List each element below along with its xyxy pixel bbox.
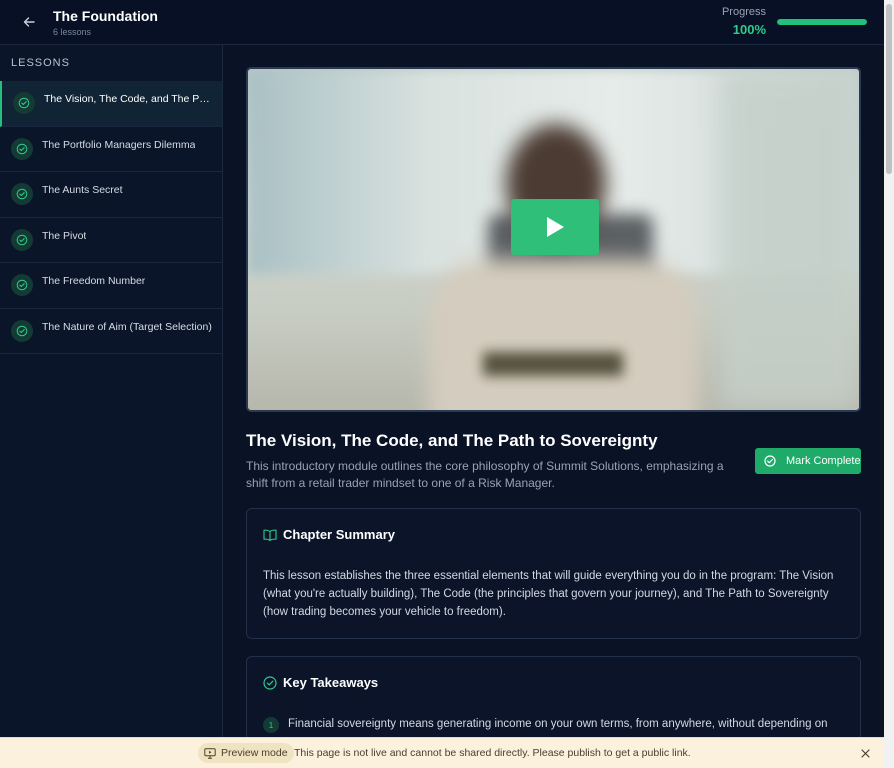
check-circle-glyph <box>16 188 28 200</box>
chapter-summary-title: Chapter Summary <box>283 527 395 542</box>
lesson-list: The Vision, The Code, and The Path to So… <box>0 81 222 354</box>
check-circle-icon <box>13 92 35 115</box>
takeaway-number: 1 <box>263 717 279 733</box>
check-circle-icon <box>11 319 33 342</box>
check-circle-icon <box>263 675 277 690</box>
preview-banner: Preview mode This page is not live and c… <box>0 737 884 768</box>
scrollbar-thumb[interactable] <box>886 4 892 174</box>
sidebar-lesson-label: The Portfolio Managers Dilemma <box>42 138 196 151</box>
back-button[interactable] <box>14 7 44 37</box>
chapter-summary-card: Chapter Summary This lesson establishes … <box>246 508 861 639</box>
course-title-block: The Foundation 6 lessons <box>53 8 158 37</box>
sidebar-lesson-label: The Freedom Number <box>42 275 146 288</box>
check-circle-glyph <box>16 325 28 337</box>
check-circle-icon <box>11 274 33 297</box>
arrow-left-icon <box>23 17 35 27</box>
video-frame-caption <box>483 352 623 376</box>
sidebar-heading: LESSONS <box>11 57 70 69</box>
course-title: The Foundation <box>53 7 158 24</box>
check-circle-icon <box>11 137 33 160</box>
sidebar-lesson-label: The Nature of Aim (Target Selection) <box>42 320 212 333</box>
sidebar-lesson-label: The Pivot <box>42 229 87 242</box>
lesson-description: This introductory module outlines the co… <box>246 459 724 490</box>
progress-percentage: 100% <box>732 22 766 37</box>
video-player[interactable] <box>246 67 861 412</box>
lessons-sidebar: LESSONS The Vision, The Code, and The Pa… <box>0 45 223 768</box>
check-circle-glyph <box>16 143 28 155</box>
sidebar-lesson-item[interactable]: The Freedom Number <box>0 263 222 309</box>
check-circle-glyph <box>16 234 28 246</box>
chapter-summary-header: Chapter Summary <box>263 527 395 542</box>
preview-mode-label: Preview mode <box>221 747 288 759</box>
preview-message: This page is not live and cannot be shar… <box>294 747 691 759</box>
lesson-count: 6 lessons <box>53 26 92 37</box>
lesson-title: The Vision, The Code, and The Path to So… <box>246 431 658 450</box>
chapter-summary-body: This lesson establishes the three essent… <box>263 570 834 618</box>
check-circle-glyph <box>16 279 28 291</box>
progress-bar-fill <box>777 19 867 25</box>
sidebar-lesson-item[interactable]: The Nature of Aim (Target Selection) <box>0 309 222 354</box>
sidebar-lesson-item[interactable]: The Aunts Secret <box>0 172 222 218</box>
takeaway-item: 1 Financial sovereignty means generating… <box>263 715 828 733</box>
sidebar-lesson-item[interactable]: The Portfolio Managers Dilemma <box>0 127 222 172</box>
mark-complete-button[interactable]: Mark Complete <box>755 448 861 474</box>
top-header: The Foundation 6 lessons Progress 100% <box>0 0 884 45</box>
sidebar-lesson-label: The Vision, The Code, and The Path to So… <box>44 93 214 106</box>
video-frame-person-body <box>428 259 698 410</box>
close-icon <box>860 748 870 758</box>
mark-complete-label: Mark Complete <box>786 455 861 467</box>
progress-block: Progress 100% <box>722 6 766 37</box>
key-takeaways-header: Key Takeaways <box>263 675 378 690</box>
check-circle-glyph <box>18 97 30 109</box>
check-circle-icon <box>11 183 33 206</box>
progress-bar <box>777 19 867 25</box>
sidebar-lesson-item[interactable]: The Vision, The Code, and The Path to So… <box>0 81 222 127</box>
check-circle-icon <box>764 455 776 467</box>
play-button[interactable] <box>511 199 599 255</box>
progress-label: Progress <box>721 6 766 18</box>
sidebar-lesson-label: The Aunts Secret <box>42 184 123 197</box>
preview-mode-badge: Preview mode <box>198 743 294 763</box>
close-banner-button[interactable] <box>858 746 872 760</box>
monitor-icon <box>204 747 216 759</box>
check-circle-icon <box>11 228 33 251</box>
key-takeaways-title: Key Takeaways <box>283 675 379 690</box>
video-frame-right <box>719 69 859 410</box>
page-scrollbar[interactable] <box>884 0 894 768</box>
book-open-icon <box>263 529 277 541</box>
play-icon <box>547 217 564 237</box>
sidebar-lesson-item[interactable]: The Pivot <box>0 218 222 263</box>
main-content: The Vision, The Code, and The Path to So… <box>224 45 884 768</box>
takeaway-text: Financial sovereignty means generating i… <box>288 718 828 730</box>
